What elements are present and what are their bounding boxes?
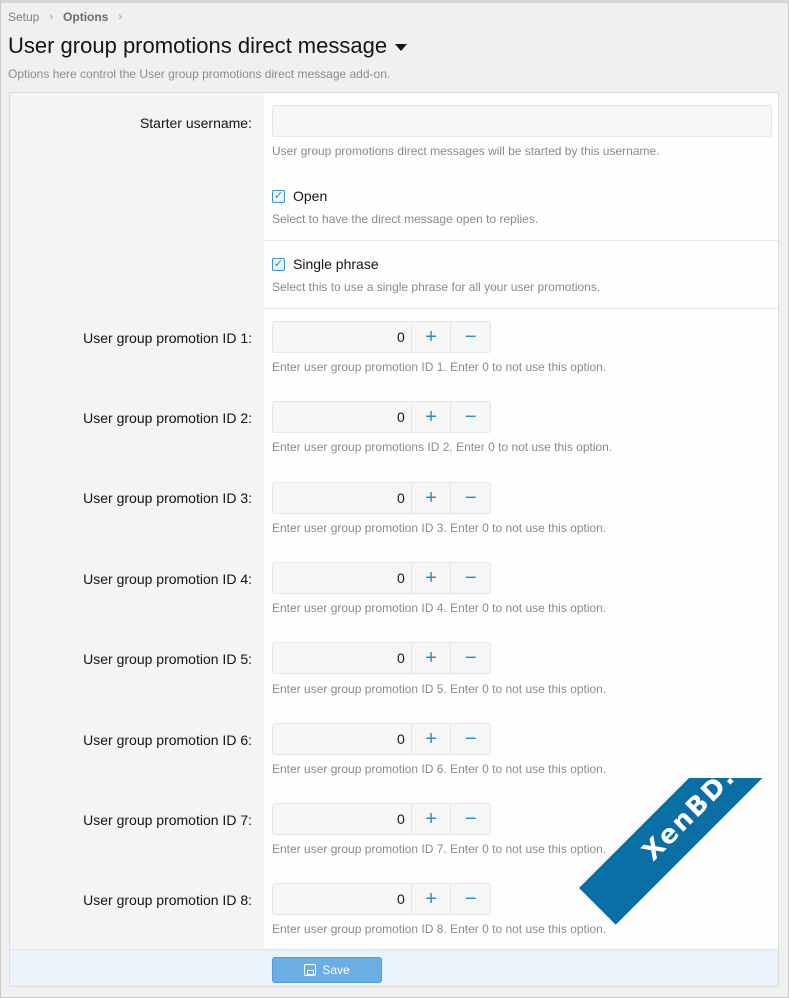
minus-icon[interactable]: −	[450, 724, 490, 754]
promotion-8-hint: Enter user group promotion ID 8. Enter 0…	[272, 922, 607, 936]
promotion-6-hint: Enter user group promotion ID 6. Enter 0…	[272, 762, 607, 776]
page-title-text: User group promotions direct message	[8, 33, 388, 58]
promotion-7-label: User group promotion ID 7:	[83, 812, 252, 828]
promotion-7-input[interactable]: 0	[273, 804, 411, 834]
open-hint: Select to have the direct message open t…	[272, 212, 539, 226]
promotion-5-stepper: 0 + −	[272, 642, 491, 674]
breadcrumb-setup[interactable]: Setup	[8, 10, 39, 24]
promotion-2-hint: Enter user group promotions ID 2. Enter …	[272, 440, 613, 454]
single-phrase-checkbox-row[interactable]: ✓ Single phrase	[272, 256, 379, 272]
page-title[interactable]: User group promotions direct message	[8, 33, 408, 59]
plus-icon[interactable]: +	[410, 402, 451, 432]
plus-icon[interactable]: +	[410, 483, 451, 513]
chevron-right-icon: ›	[49, 11, 54, 23]
promotion-3-hint: Enter user group promotion ID 3. Enter 0…	[272, 521, 607, 535]
promotion-4-input[interactable]: 0	[273, 563, 411, 593]
plus-icon[interactable]: +	[410, 884, 451, 914]
promotion-2-label: User group promotion ID 2:	[83, 410, 252, 426]
watermark: XenBD.Com	[569, 778, 789, 998]
promotion-4-stepper: 0 + −	[272, 562, 491, 594]
page-description: Options here control the User group prom…	[8, 67, 391, 81]
check-icon[interactable]: ✓	[272, 189, 285, 203]
promotion-6-stepper: 0 + −	[272, 723, 491, 755]
promotion-1-label: User group promotion ID 1:	[83, 330, 252, 346]
save-button[interactable]: Save	[272, 957, 382, 983]
single-phrase-hint: Select this to use a single phrase for a…	[272, 280, 601, 294]
save-icon	[304, 964, 317, 976]
promotion-6-label: User group promotion ID 6:	[83, 732, 252, 748]
promotion-8-input[interactable]: 0	[273, 884, 411, 914]
promotion-7-stepper: 0 + −	[272, 803, 491, 835]
minus-icon[interactable]: −	[450, 563, 490, 593]
promotion-3-label: User group promotion ID 3:	[83, 490, 252, 506]
promotion-6-input[interactable]: 0	[273, 724, 411, 754]
promotion-2-stepper: 0 + −	[272, 401, 491, 433]
promotion-4-label: User group promotion ID 4:	[83, 571, 252, 587]
open-checkbox-row[interactable]: ✓ Open	[272, 188, 327, 204]
promotion-2-input[interactable]: 0	[273, 402, 411, 432]
promotion-1-stepper: 0 + −	[272, 321, 491, 353]
promotion-4-hint: Enter user group promotion ID 4. Enter 0…	[272, 601, 607, 615]
promotion-5-hint: Enter user group promotion ID 5. Enter 0…	[272, 682, 607, 696]
watermark-text: XenBD.Com	[579, 778, 789, 925]
minus-icon[interactable]: −	[450, 884, 490, 914]
plus-icon[interactable]: +	[410, 563, 451, 593]
promotion-5-label: User group promotion ID 5:	[83, 651, 252, 667]
breadcrumb: Setup › Options ›	[8, 10, 132, 24]
plus-icon[interactable]: +	[410, 804, 451, 834]
minus-icon[interactable]: −	[450, 643, 490, 673]
promotion-8-label: User group promotion ID 8:	[83, 892, 252, 908]
divider	[264, 308, 778, 309]
save-label: Save	[322, 963, 350, 977]
minus-icon[interactable]: −	[450, 402, 490, 432]
caret-down-icon[interactable]	[395, 43, 408, 51]
promotion-5-input[interactable]: 0	[273, 643, 411, 673]
open-label: Open	[293, 188, 328, 204]
breadcrumb-options[interactable]: Options	[63, 10, 108, 24]
promotion-3-input[interactable]: 0	[273, 483, 411, 513]
minus-icon[interactable]: −	[450, 322, 490, 352]
plus-icon[interactable]: +	[410, 643, 451, 673]
chevron-right-icon: ›	[118, 11, 123, 23]
check-icon[interactable]: ✓	[272, 257, 285, 271]
promotion-1-hint: Enter user group promotion ID 1. Enter 0…	[272, 360, 607, 374]
plus-icon[interactable]: +	[410, 322, 451, 352]
promotion-3-stepper: 0 + −	[272, 482, 491, 514]
single-phrase-label: Single phrase	[293, 256, 379, 272]
minus-icon[interactable]: −	[450, 804, 490, 834]
starter-username-label: Starter username:	[139, 115, 252, 131]
promotion-7-hint: Enter user group promotion ID 7. Enter 0…	[272, 842, 607, 856]
promotion-8-stepper: 0 + −	[272, 883, 491, 915]
minus-icon[interactable]: −	[450, 483, 490, 513]
divider	[264, 240, 778, 241]
starter-username-input[interactable]	[272, 105, 772, 137]
promotion-1-input[interactable]: 0	[273, 322, 411, 352]
plus-icon[interactable]: +	[410, 724, 451, 754]
starter-username-hint: User group promotions direct messages wi…	[272, 144, 660, 158]
